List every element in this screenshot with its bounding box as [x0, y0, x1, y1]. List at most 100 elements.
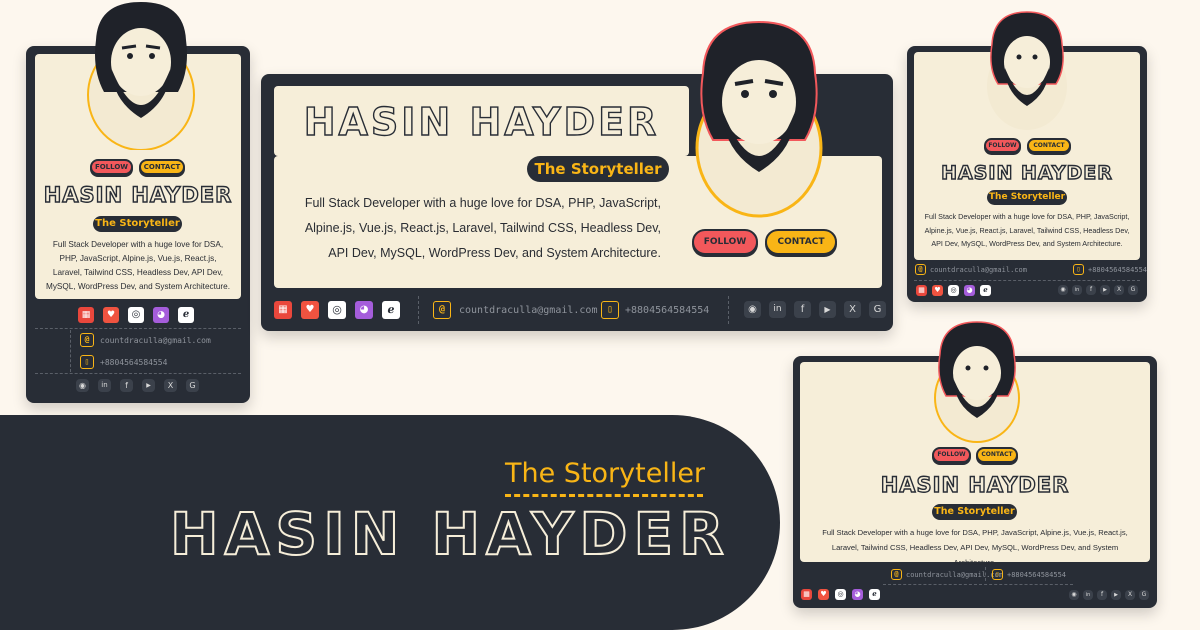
linkedin-icon[interactable]: in	[1072, 285, 1082, 295]
x-icon[interactable]: X	[164, 379, 177, 392]
avatar	[987, 11, 1067, 130]
facebook-icon[interactable]: f	[1086, 285, 1096, 295]
profile-tagline: The Storyteller	[987, 190, 1067, 205]
avatar	[934, 321, 1020, 443]
divider	[883, 584, 1073, 585]
profile-bio: Full Stack Developer with a huge love fo…	[46, 240, 230, 291]
codeforces-icon[interactable]: ▦	[78, 307, 94, 323]
laravel-icon[interactable]: ♥	[301, 301, 319, 319]
phone-text: +8804564584554	[1088, 265, 1148, 274]
phone-row[interactable]: ▯ +8804564584554	[601, 301, 709, 319]
phone-text: +8804564584554	[100, 357, 168, 367]
phone-row[interactable]: ▯ +8804564584554	[992, 569, 1066, 580]
phone-row[interactable]: ▯ +8804564584554	[1073, 264, 1147, 275]
laravel-icon[interactable]: ♥	[818, 589, 829, 600]
github-icon[interactable]: ◉	[744, 301, 761, 318]
follow-button[interactable]: FOLLOW	[692, 229, 758, 255]
php-icon[interactable]: ◕	[852, 589, 863, 600]
profile-name: HASIN HAYDER	[43, 182, 233, 207]
youtube-icon[interactable]: ▶	[142, 379, 155, 392]
profile-tagline: The Storyteller	[93, 216, 182, 232]
profile-bio: Full Stack Developer with a huge love fo…	[304, 196, 661, 260]
contact-button[interactable]: CONTACT	[1027, 138, 1071, 153]
email-icon: @	[891, 569, 902, 580]
hackerrank-icon[interactable]: ◎	[328, 301, 346, 319]
google-icon[interactable]: G	[869, 301, 886, 318]
codeforces-icon[interactable]: ▦	[274, 301, 292, 319]
follow-button[interactable]: FOLLOW	[932, 447, 971, 463]
youtube-icon[interactable]: ▶	[1111, 590, 1121, 600]
email-text: countdraculla@gmail.com	[906, 570, 1003, 579]
avatar	[87, 2, 195, 150]
phone-text: +8804564584554	[1007, 570, 1067, 579]
tech-icons: ▦ ♥ ◎ ◕ ℯ	[916, 285, 991, 296]
phone-row[interactable]: ▯ +8804564584554	[80, 355, 167, 369]
hackerrank-icon[interactable]: ◎	[948, 285, 959, 296]
youtube-icon[interactable]: ▶	[1100, 285, 1110, 295]
tech-icons: ▦ ♥ ◎ ◕ ℯ	[801, 589, 880, 600]
codeforces-icon[interactable]: ▦	[916, 285, 927, 296]
follow-button[interactable]: FOLLOW	[984, 138, 1021, 153]
php-icon[interactable]: ◕	[355, 301, 373, 319]
wordpress-icon[interactable]: ℯ	[869, 589, 880, 600]
social-icons: ◉ in f ▶ X G	[76, 379, 199, 392]
profile-tagline: The Storyteller	[932, 504, 1017, 520]
php-icon[interactable]: ◕	[153, 307, 169, 323]
tech-icons: ▦ ♥ ◎ ◕ ℯ	[274, 301, 400, 319]
divider	[418, 296, 419, 324]
profile-name: HASIN HAYDER	[303, 99, 660, 144]
google-icon[interactable]: G	[1139, 590, 1149, 600]
contact-button[interactable]: CONTACT	[765, 229, 837, 255]
tagline-underline	[505, 494, 703, 497]
laravel-icon[interactable]: ♥	[932, 285, 943, 296]
laravel-icon[interactable]: ♥	[103, 307, 119, 323]
google-icon[interactable]: G	[1128, 285, 1138, 295]
email-row[interactable]: @ countdraculla@gmail.com	[915, 264, 1027, 275]
hackerrank-icon[interactable]: ◎	[835, 589, 846, 600]
phone-icon: ▯	[601, 301, 619, 319]
github-icon[interactable]: ◉	[76, 379, 89, 392]
wordpress-icon[interactable]: ℯ	[980, 285, 991, 296]
profile-bio: Full Stack Developer with a huge love fo…	[924, 212, 1130, 248]
linkedin-icon[interactable]: in	[769, 301, 786, 318]
divider	[35, 373, 241, 374]
profile-bio: Full Stack Developer with a huge love fo…	[822, 528, 1128, 567]
social-icons: ◉ in f ▶ X G	[1058, 285, 1138, 295]
email-text: countdraculla@gmail.com	[930, 265, 1027, 274]
facebook-icon[interactable]: f	[794, 301, 811, 318]
banner-tagline: The Storyteller	[505, 458, 706, 489]
divider	[985, 567, 986, 581]
codeforces-icon[interactable]: ▦	[801, 589, 812, 600]
divider	[35, 328, 241, 329]
contact-button[interactable]: CONTACT	[976, 447, 1018, 463]
facebook-icon[interactable]: f	[120, 379, 133, 392]
wordpress-icon[interactable]: ℯ	[178, 307, 194, 323]
wordpress-icon[interactable]: ℯ	[382, 301, 400, 319]
youtube-icon[interactable]: ▶	[819, 301, 836, 318]
email-row[interactable]: @ countdraculla@gmail.com	[80, 333, 211, 347]
avatar	[695, 20, 823, 218]
contact-button[interactable]: CONTACT	[139, 159, 185, 175]
email-row[interactable]: @ countdraculla@gmail.com	[891, 569, 1003, 580]
github-icon[interactable]: ◉	[1058, 285, 1068, 295]
x-icon[interactable]: X	[1125, 590, 1135, 600]
google-icon[interactable]: G	[186, 379, 199, 392]
phone-icon: ▯	[80, 355, 94, 369]
linkedin-icon[interactable]: in	[1083, 590, 1093, 600]
hackerrank-icon[interactable]: ◎	[128, 307, 144, 323]
phone-text: +8804564584554	[625, 304, 710, 316]
follow-button[interactable]: FOLLOW	[90, 159, 133, 175]
divider	[728, 296, 729, 324]
facebook-icon[interactable]: f	[1097, 590, 1107, 600]
x-icon[interactable]: X	[844, 301, 861, 318]
php-icon[interactable]: ◕	[964, 285, 975, 296]
github-icon[interactable]: ◉	[1069, 590, 1079, 600]
linkedin-icon[interactable]: in	[98, 379, 111, 392]
profile-name: HASIN HAYDER	[940, 161, 1113, 184]
social-icons: ◉ in f ▶ X G	[1069, 590, 1149, 600]
divider	[70, 330, 71, 372]
banner-title: HASIN HAYDER	[169, 499, 730, 569]
email-row[interactable]: @ countdraculla@gmail.com	[433, 301, 597, 319]
x-icon[interactable]: X	[1114, 285, 1124, 295]
phone-icon: ▯	[1073, 264, 1084, 275]
